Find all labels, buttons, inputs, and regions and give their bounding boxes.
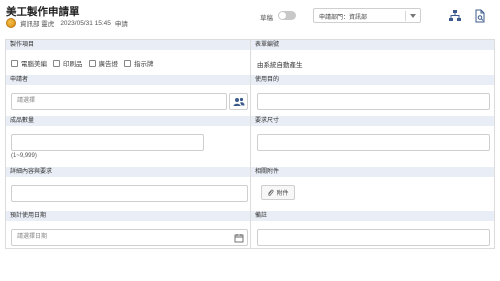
size-label: 要求尺寸 bbox=[251, 116, 494, 126]
status-badge: 申請 bbox=[114, 21, 128, 28]
checkbox-label: 印刷品 bbox=[63, 61, 83, 68]
form-number-label: 表單編號 bbox=[251, 40, 494, 50]
toggle-knob bbox=[279, 12, 286, 19]
users-icon bbox=[233, 97, 245, 106]
department-select[interactable]: 申請部門：資訊部 bbox=[313, 8, 421, 23]
form-right-column: 表單編號 由系統自動產生 使用目的 要求尺寸 相關附件 附件 備註 bbox=[251, 40, 494, 248]
remarks-label: 備註 bbox=[251, 211, 494, 221]
attach-button-label: 附件 bbox=[276, 191, 289, 197]
checkbox[interactable] bbox=[124, 59, 131, 67]
quantity-label: 成品數量 bbox=[6, 116, 250, 126]
applicant-label: 申請者 bbox=[6, 75, 250, 85]
form-meta: 資訊部 靈虎 2023/05/31 15:45 申請 bbox=[6, 18, 128, 28]
chevron-down-icon bbox=[410, 14, 416, 18]
purpose-label: 使用目的 bbox=[251, 75, 494, 85]
checkbox[interactable] bbox=[11, 59, 18, 67]
top-bar: 美工製作申請單 資訊部 靈虎 2023/05/31 15:45 申請 草稿 申請… bbox=[0, 0, 500, 36]
draft-label: 草稿 bbox=[260, 15, 273, 22]
department-select-value: 申請部門：資訊部 bbox=[319, 15, 368, 21]
select-users-button[interactable] bbox=[229, 93, 248, 110]
document-search-icon[interactable] bbox=[473, 9, 487, 23]
checkbox-label: 廣告燈 bbox=[98, 61, 119, 68]
expected-date-label: 預計使用日期 bbox=[6, 211, 250, 221]
checkbox-label: 電腦美編 bbox=[21, 61, 47, 68]
quantity-input[interactable] bbox=[11, 134, 204, 151]
checkbox[interactable] bbox=[88, 59, 96, 67]
application-form: 製作項目 電腦美編 印刷品 廣告燈 指示牌 申請者 請選擇 成品數量 (1~9,… bbox=[5, 39, 495, 249]
attachments-label: 相關附件 bbox=[251, 167, 494, 177]
form-number-value: 由系統自動產生 bbox=[257, 62, 303, 69]
paperclip-icon bbox=[268, 189, 274, 196]
purpose-input[interactable] bbox=[257, 93, 490, 110]
avatar bbox=[6, 18, 16, 28]
select-divider bbox=[405, 11, 406, 21]
expected-date-input[interactable]: 請選擇日期 bbox=[11, 229, 248, 246]
size-input[interactable] bbox=[257, 134, 490, 151]
checkbox[interactable] bbox=[53, 59, 60, 67]
checkbox-item[interactable]: 廣告燈 bbox=[88, 58, 119, 68]
checkbox-item[interactable]: 電腦美編 bbox=[11, 58, 47, 68]
remarks-input[interactable] bbox=[257, 229, 490, 246]
created-datetime: 2023/05/31 15:45 bbox=[60, 19, 111, 27]
quantity-range-hint: (1~9,999) bbox=[11, 153, 37, 159]
calendar-icon[interactable] bbox=[234, 233, 244, 243]
production-items-label: 製作項目 bbox=[6, 40, 250, 50]
org-chart-icon[interactable] bbox=[448, 9, 462, 23]
draft-toggle[interactable] bbox=[278, 11, 296, 20]
checkbox-item[interactable]: 印刷品 bbox=[53, 58, 83, 68]
expected-date-placeholder: 請選擇日期 bbox=[17, 234, 48, 240]
form-left-column: 製作項目 電腦美編 印刷品 廣告燈 指示牌 申請者 請選擇 成品數量 (1~9,… bbox=[6, 40, 251, 248]
applicant-input[interactable]: 請選擇 bbox=[11, 93, 227, 110]
production-items-group: 電腦美編 印刷品 廣告燈 指示牌 bbox=[11, 58, 160, 68]
checkbox-item[interactable]: 指示牌 bbox=[124, 58, 154, 68]
details-label: 詳細內容與要求 bbox=[6, 167, 250, 177]
details-input[interactable] bbox=[11, 185, 248, 202]
attach-button[interactable]: 附件 bbox=[261, 185, 295, 200]
page-title: 美工製作申請單 bbox=[6, 6, 80, 18]
checkbox-label: 指示牌 bbox=[134, 61, 154, 68]
applicant-department: 資訊部 靈虎 bbox=[20, 21, 55, 28]
